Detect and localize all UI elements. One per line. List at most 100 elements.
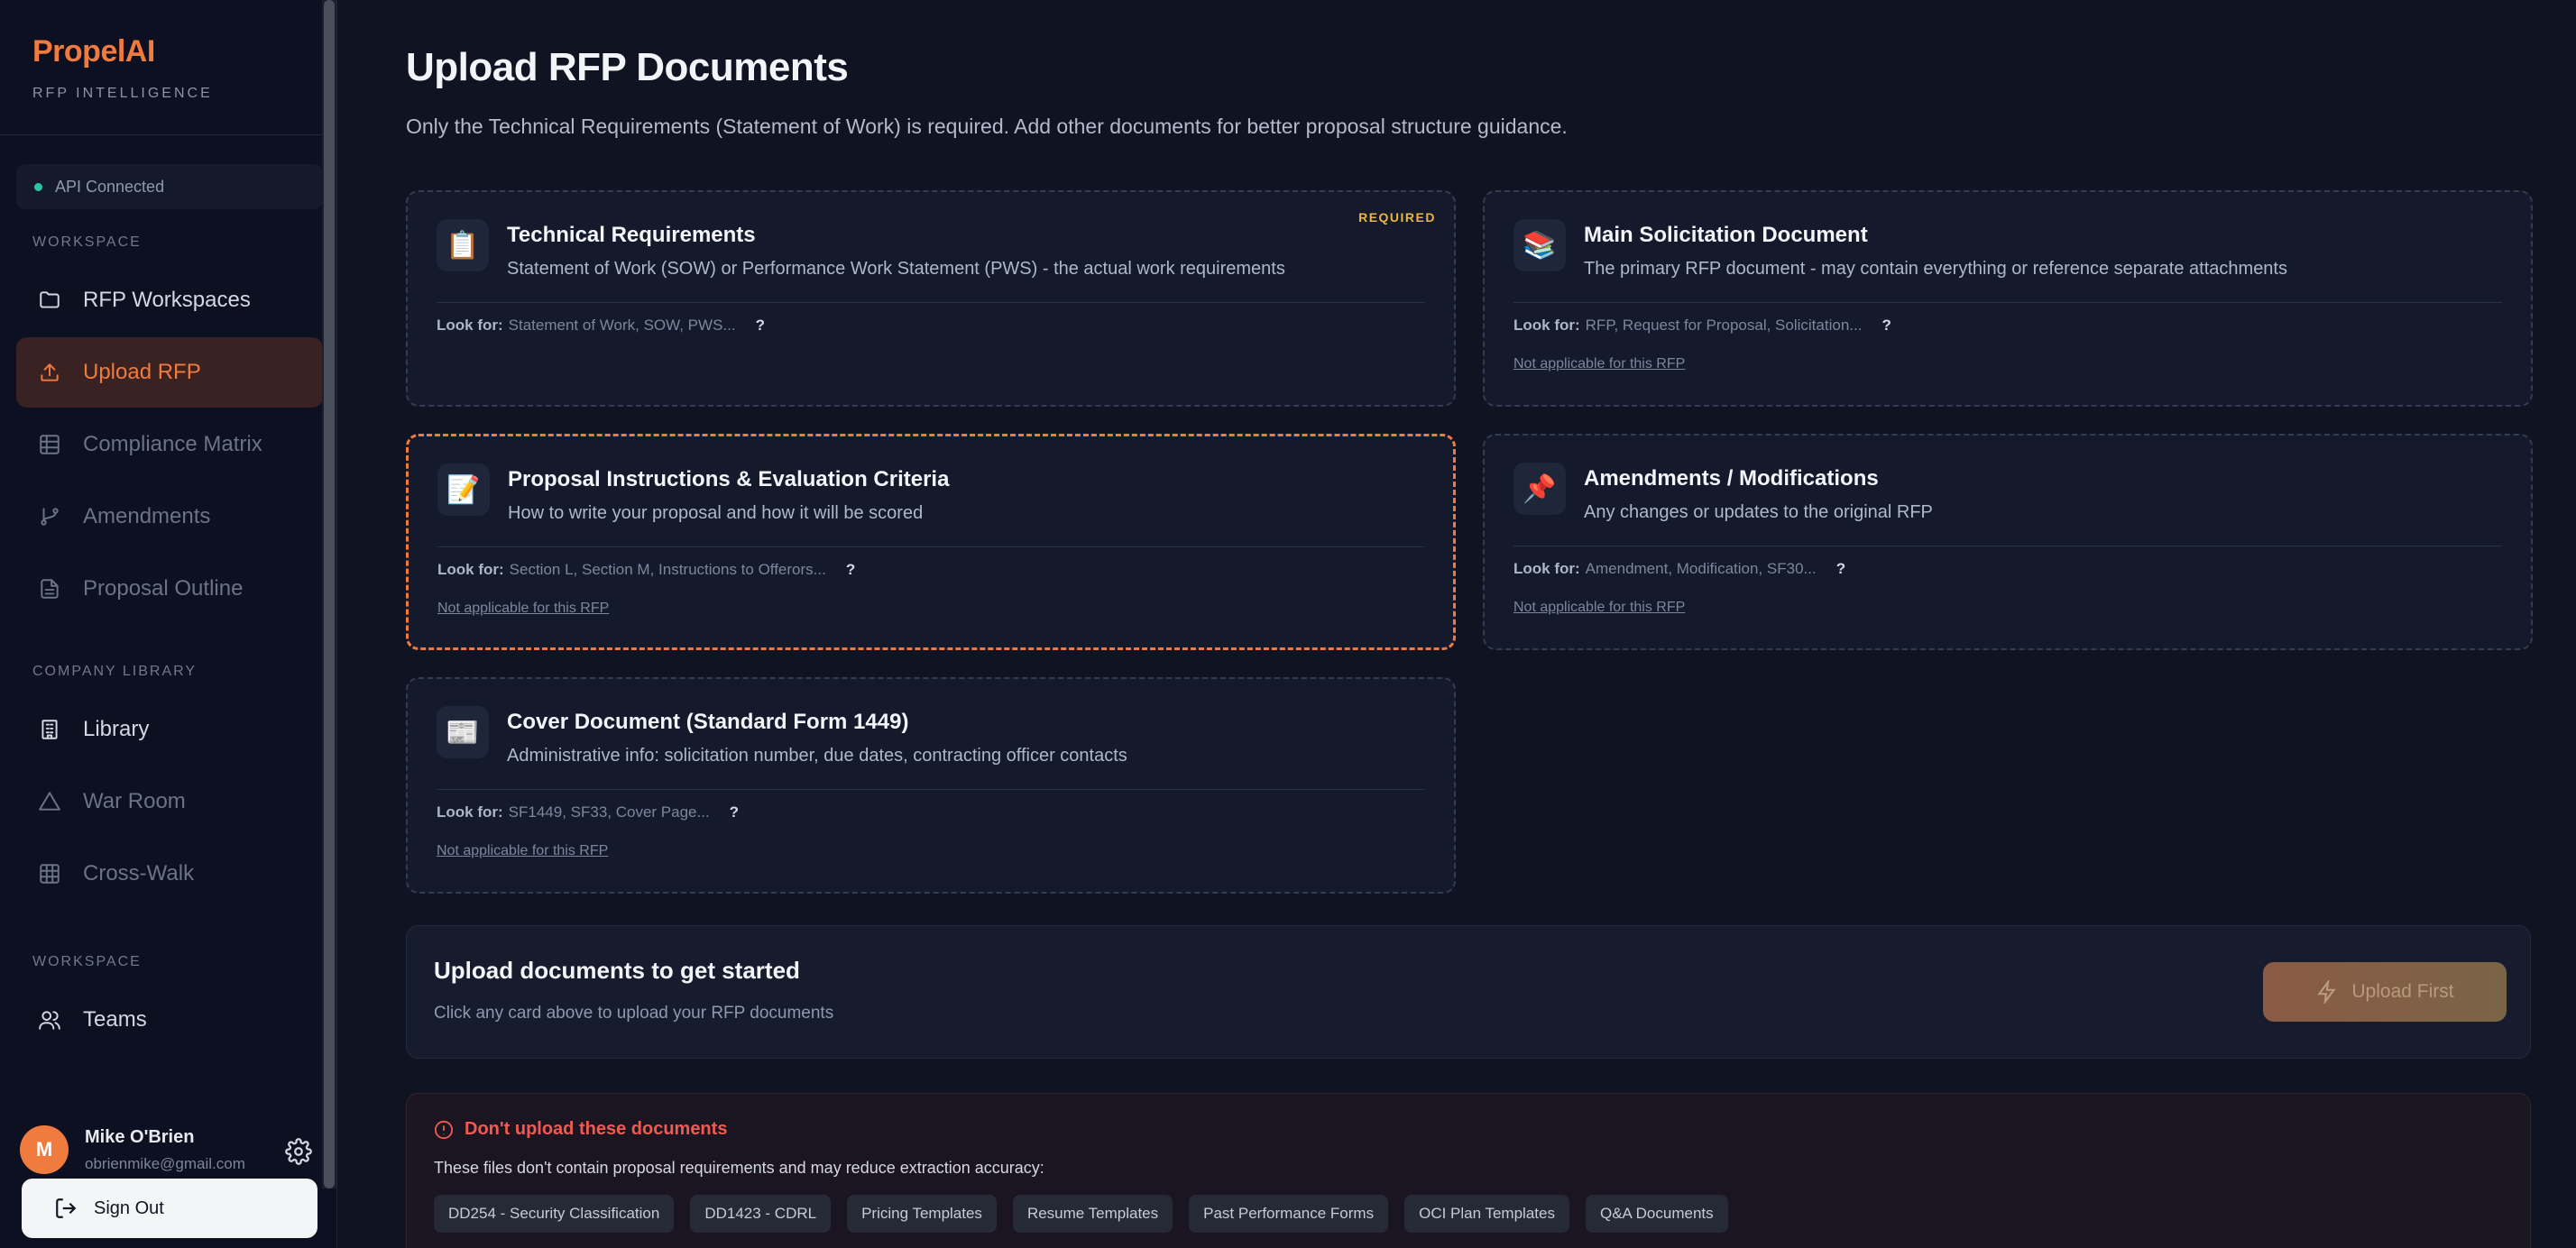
card-title: Proposal Instructions & Evaluation Crite… bbox=[508, 467, 950, 491]
sidebar-scrollbar[interactable] bbox=[322, 0, 336, 1188]
api-status: API Connected bbox=[16, 164, 323, 209]
upload-panel: Upload documents to get started Click an… bbox=[406, 925, 2531, 1059]
help-icon[interactable]: ? bbox=[730, 803, 739, 821]
sidebar-item-rfp-workspaces[interactable]: RFP Workspaces bbox=[16, 265, 323, 335]
sidebar-item-war-room[interactable]: War Room bbox=[16, 766, 323, 837]
grid-icon bbox=[38, 862, 61, 886]
chip-oci-plan-templates: OCI Plan Templates bbox=[1404, 1195, 1569, 1233]
user-name: Mike O'Brien bbox=[85, 1126, 195, 1147]
divider bbox=[437, 789, 1425, 790]
folder-icon bbox=[38, 289, 61, 312]
divider bbox=[437, 546, 1424, 547]
sidebar-item-proposal-outline[interactable]: Proposal Outline bbox=[16, 554, 323, 624]
section-label-workspace-2: WORKSPACE bbox=[32, 954, 142, 969]
sidebar-item-library[interactable]: Library bbox=[16, 694, 323, 765]
clipboard-icon: 📋 bbox=[437, 219, 489, 271]
sidebar-item-label: Cross-Walk bbox=[83, 861, 195, 886]
sidebar-item-label: Library bbox=[83, 717, 150, 741]
sign-out-button[interactable]: Sign Out bbox=[22, 1179, 317, 1238]
not-applicable-link[interactable]: Not applicable for this RFP bbox=[437, 601, 609, 617]
alert-circle-icon bbox=[434, 1120, 454, 1139]
sidebar-item-label: Compliance Matrix bbox=[83, 432, 262, 456]
sidebar-item-label: RFP Workspaces bbox=[83, 288, 251, 312]
card-title: Main Solicitation Document bbox=[1584, 223, 1868, 247]
building-icon bbox=[38, 718, 61, 741]
card-title: Amendments / Modifications bbox=[1584, 466, 1879, 491]
chip-dd254: DD254 - Security Classification bbox=[434, 1195, 675, 1233]
look-for-hint: Look for: RFP, Request for Proposal, Sol… bbox=[1513, 317, 1891, 335]
pushpin-icon: 📌 bbox=[1513, 463, 1566, 515]
sidebar-item-label: Teams bbox=[83, 1007, 147, 1032]
sidebar-item-upload-rfp[interactable]: Upload RFP bbox=[16, 337, 323, 408]
look-for-label: Look for: bbox=[1513, 317, 1580, 334]
status-dot-icon bbox=[34, 182, 42, 191]
sidebar-item-cross-walk[interactable]: Cross-Walk bbox=[16, 839, 323, 909]
document-icon bbox=[38, 577, 61, 601]
sidebar-item-teams[interactable]: Teams bbox=[16, 985, 323, 1055]
sidebar-item-label: Proposal Outline bbox=[83, 576, 244, 601]
not-applicable-link[interactable]: Not applicable for this RFP bbox=[1513, 600, 1685, 616]
card-title: Technical Requirements bbox=[507, 223, 756, 247]
look-for-hint: Look for: Amendment, Modification, SF30.… bbox=[1513, 560, 1845, 578]
upload-card-main-solicitation[interactable]: 📚 Main Solicitation Document The primary… bbox=[1483, 190, 2533, 407]
required-badge: REQUIRED bbox=[1358, 210, 1436, 225]
look-for-label: Look for: bbox=[437, 803, 503, 821]
look-for-text: RFP, Request for Proposal, Solicitation.… bbox=[1585, 317, 1863, 334]
sidebar: PropelAI RFP INTELLIGENCE API Connected … bbox=[0, 0, 337, 1248]
main-content: Upload RFP Documents Only the Technical … bbox=[337, 0, 2576, 1248]
look-for-label: Look for: bbox=[437, 561, 504, 578]
help-icon[interactable]: ? bbox=[1881, 317, 1891, 335]
warning-heading: Don't upload these documents bbox=[434, 1119, 727, 1140]
upload-icon bbox=[38, 361, 61, 384]
warning-subtitle: These files don't contain proposal requi… bbox=[434, 1159, 1044, 1177]
sidebar-scrollbar-thumb[interactable] bbox=[324, 0, 335, 1188]
divider bbox=[1513, 302, 2502, 303]
chip-resume-templates: Resume Templates bbox=[1012, 1195, 1173, 1233]
sign-out-icon bbox=[56, 1198, 77, 1218]
upload-card-proposal-instructions[interactable]: 📝 Proposal Instructions & Evaluation Cri… bbox=[406, 434, 1456, 650]
upload-card-amendments[interactable]: 📌 Amendments / Modifications Any changes… bbox=[1483, 434, 2533, 650]
look-for-hint: Look for: Section L, Section M, Instruct… bbox=[437, 561, 855, 579]
look-for-label: Look for: bbox=[1513, 560, 1580, 577]
chip-dd1423: DD1423 - CDRL bbox=[690, 1195, 832, 1233]
upload-subtitle: Click any card above to upload your RFP … bbox=[434, 1004, 834, 1023]
api-status-label: API Connected bbox=[55, 177, 165, 196]
look-for-text: Statement of Work, SOW, PWS... bbox=[508, 317, 736, 334]
upload-card-cover-document[interactable]: 📰 Cover Document (Standard Form 1449) Ad… bbox=[406, 677, 1456, 894]
upload-button-label: Upload First bbox=[2351, 981, 2454, 1002]
upload-title: Upload documents to get started bbox=[434, 957, 800, 984]
brand: PropelAI RFP INTELLIGENCE bbox=[0, 0, 323, 135]
help-icon[interactable]: ? bbox=[756, 317, 765, 335]
gear-icon[interactable] bbox=[285, 1138, 312, 1165]
sidebar-item-compliance-matrix[interactable]: Compliance Matrix bbox=[16, 409, 323, 480]
upload-first-button[interactable]: Upload First bbox=[2263, 962, 2507, 1022]
section-label-workspace: WORKSPACE bbox=[32, 234, 142, 250]
chip-pricing-templates: Pricing Templates bbox=[847, 1195, 997, 1233]
books-icon: 📚 bbox=[1513, 219, 1566, 271]
card-description: The primary RFP document - may contain e… bbox=[1584, 259, 2287, 279]
grid-icon bbox=[38, 433, 61, 456]
memo-icon: 📝 bbox=[437, 463, 490, 516]
look-for-hint: Look for: Statement of Work, SOW, PWS...… bbox=[437, 317, 765, 335]
not-applicable-link[interactable]: Not applicable for this RFP bbox=[437, 843, 608, 859]
avatar: M bbox=[20, 1125, 69, 1174]
sidebar-item-label: Amendments bbox=[83, 504, 211, 528]
look-for-label: Look for: bbox=[437, 317, 503, 334]
chip-qa-documents: Q&A Documents bbox=[1585, 1195, 1728, 1233]
card-title: Cover Document (Standard Form 1449) bbox=[507, 710, 909, 734]
lightning-icon bbox=[2317, 980, 2337, 1004]
look-for-text: Section L, Section M, Instructions to Of… bbox=[509, 561, 826, 578]
help-icon[interactable]: ? bbox=[1836, 560, 1845, 578]
brand-name: PropelAI bbox=[32, 34, 155, 69]
upload-card-technical-requirements[interactable]: 📋 Technical Requirements Statement of Wo… bbox=[406, 190, 1456, 407]
card-description: Statement of Work (SOW) or Performance W… bbox=[507, 259, 1285, 279]
user-profile: M Mike O'Brien obrienmike@gmail.com bbox=[20, 1125, 245, 1174]
section-label-company-library: COMPANY LIBRARY bbox=[32, 664, 198, 679]
help-icon[interactable]: ? bbox=[846, 561, 855, 579]
triangle-icon bbox=[38, 790, 61, 813]
look-for-text: Amendment, Modification, SF30... bbox=[1585, 560, 1817, 577]
sidebar-item-amendments[interactable]: Amendments bbox=[16, 482, 323, 552]
not-applicable-link[interactable]: Not applicable for this RFP bbox=[1513, 356, 1685, 372]
divider bbox=[437, 302, 1425, 303]
chip-past-performance-forms: Past Performance Forms bbox=[1189, 1195, 1389, 1233]
